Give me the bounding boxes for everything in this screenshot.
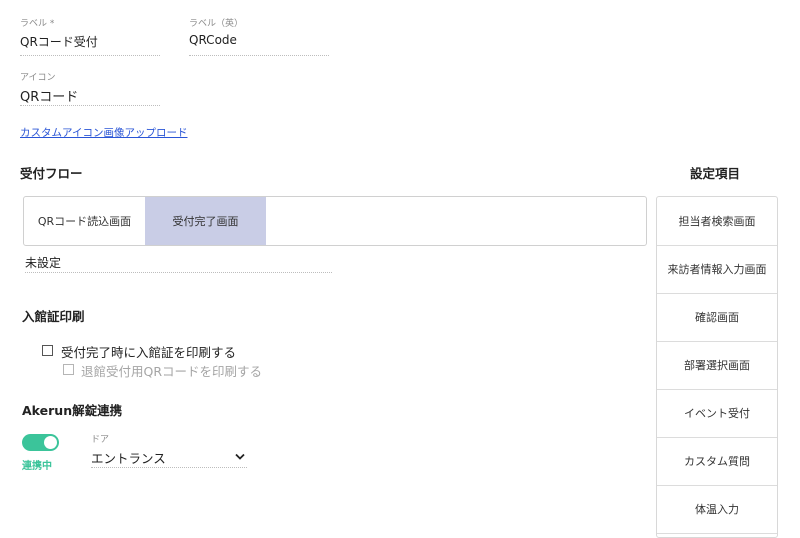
door-select[interactable]: エントランス <box>91 448 247 468</box>
settings-item-department[interactable]: 部署選択画面 <box>657 341 777 390</box>
flow-tab-complete[interactable]: 受付完了画面 <box>145 197 266 245</box>
print-badge-checkbox[interactable] <box>42 345 53 356</box>
settings-item-temperature[interactable]: 体温入力 <box>657 485 777 534</box>
badge-print-title: 入館証印刷 <box>22 309 85 324</box>
settings-item-staff-search[interactable]: 担当者検索画面 <box>657 197 777 246</box>
settings-item-confirm[interactable]: 確認画面 <box>657 293 777 342</box>
akerun-toggle[interactable] <box>22 434 59 451</box>
akerun-title: Akerun解錠連携 <box>22 403 123 418</box>
door-field-label: ドア <box>91 435 110 445</box>
toggle-status: 連携中 <box>22 461 52 472</box>
flow-section-title: 受付フロー <box>20 166 83 181</box>
label-en-input[interactable]: QRCode <box>189 33 329 56</box>
print-badge-label: 受付完了時に入館証を印刷する <box>61 345 237 360</box>
label-input[interactable]: QRコード受付 <box>20 33 160 56</box>
settings-list: 担当者検索画面 来訪者情報入力画面 確認画面 部署選択画面 イベント受付 カスタ… <box>656 196 778 538</box>
settings-title: 設定項目 <box>690 166 741 181</box>
custom-icon-upload-link[interactable]: カスタムアイコン画像アップロード <box>20 125 187 140</box>
print-exit-qr-label: 退館受付用QRコードを印刷する <box>81 364 263 379</box>
label-field-label: ラベル * <box>20 19 55 29</box>
label-en-field-label: ラベル（英） <box>189 19 244 29</box>
door-select-value: エントランス <box>91 451 166 466</box>
print-exit-qr-checkbox[interactable] <box>63 364 74 375</box>
flow-tab-qr-read[interactable]: QRコード読込画面 <box>24 197 145 245</box>
flow-screen-select[interactable]: 未設定 <box>25 254 332 273</box>
settings-item-visitor-info[interactable]: 来訪者情報入力画面 <box>657 245 777 294</box>
settings-item-event[interactable]: イベント受付 <box>657 389 777 438</box>
icon-select[interactable]: QRコード <box>20 86 160 106</box>
icon-field-label: アイコン <box>20 73 56 83</box>
chevron-down-icon <box>235 453 245 460</box>
settings-item-custom-question[interactable]: カスタム質問 <box>657 437 777 486</box>
toggle-knob <box>44 436 57 449</box>
flow-tabs: QRコード読込画面 受付完了画面 <box>23 196 647 246</box>
